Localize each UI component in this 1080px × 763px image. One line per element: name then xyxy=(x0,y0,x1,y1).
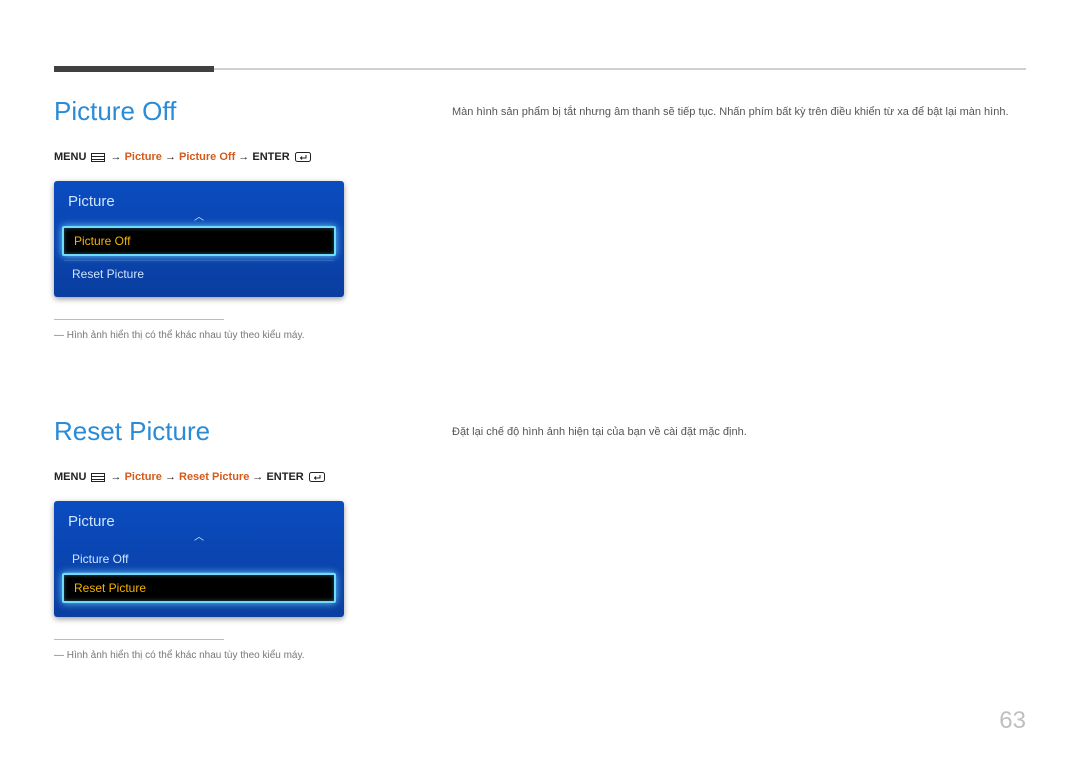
section-title: Picture Off xyxy=(54,96,344,127)
breadcrumb-step2: Reset Picture xyxy=(179,471,249,483)
breadcrumb: MENU → Picture → Picture Off → ENTER xyxy=(54,151,344,163)
footnote-divider xyxy=(54,639,224,640)
section-picture-off: Picture Off MENU → Picture → Picture Off… xyxy=(54,96,344,341)
breadcrumb-arrow: → xyxy=(165,151,176,163)
tv-menu-reset-picture: Picture ︿ Picture Off Reset Picture xyxy=(54,501,344,617)
breadcrumb-arrow: → xyxy=(165,471,176,483)
breadcrumb-arrow: → xyxy=(111,151,122,163)
breadcrumb-step2: Picture Off xyxy=(179,151,235,163)
section-reset-picture: Reset Picture MENU → Picture → Reset Pic… xyxy=(54,416,344,661)
chevron-up-icon[interactable]: ︿ xyxy=(54,214,344,222)
tv-menu-item-reset-picture[interactable]: Reset Picture xyxy=(54,261,344,287)
breadcrumb: MENU → Picture → Reset Picture → ENTER xyxy=(54,471,344,483)
breadcrumb-arrow: → xyxy=(252,471,263,483)
tv-menu-item-picture-off[interactable]: Picture Off xyxy=(62,226,336,256)
breadcrumb-menu: MENU xyxy=(54,471,86,483)
menu-icon xyxy=(91,153,105,162)
breadcrumb-menu: MENU xyxy=(54,151,86,163)
breadcrumb-step1: Picture xyxy=(125,471,162,483)
tv-menu-header: Picture xyxy=(54,187,344,214)
footnote-content: Hình ảnh hiển thị có thể khác nhau tùy t… xyxy=(67,330,305,341)
breadcrumb-enter: ENTER xyxy=(252,151,289,163)
breadcrumb-enter: ENTER xyxy=(266,471,303,483)
breadcrumb-arrow: → xyxy=(238,151,249,163)
breadcrumb-arrow: → xyxy=(111,471,122,483)
tv-menu-item-reset-picture[interactable]: Reset Picture xyxy=(62,573,336,603)
enter-icon xyxy=(309,472,325,482)
page-number: 63 xyxy=(999,707,1026,735)
body-text-picture-off: Màn hình sản phẩm bị tắt nhưng âm thanh … xyxy=(452,104,1022,121)
footnote-text: ― Hình ảnh hiển thị có thể khác nhau tùy… xyxy=(54,330,344,341)
tv-menu-picture-off: Picture ︿ Picture Off Reset Picture xyxy=(54,181,344,297)
footnote-text: ― Hình ảnh hiển thị có thể khác nhau tùy… xyxy=(54,650,344,661)
chevron-up-icon[interactable]: ︿ xyxy=(54,534,344,542)
menu-icon xyxy=(91,473,105,482)
header-accent xyxy=(54,66,214,72)
tv-menu-item-picture-off[interactable]: Picture Off xyxy=(54,546,344,572)
footnote-divider xyxy=(54,319,224,320)
footnote-content: Hình ảnh hiển thị có thể khác nhau tùy t… xyxy=(67,650,305,661)
section-title: Reset Picture xyxy=(54,416,344,447)
breadcrumb-step1: Picture xyxy=(125,151,162,163)
enter-icon xyxy=(295,152,311,162)
tv-menu-header: Picture xyxy=(54,507,344,534)
body-text-reset-picture: Đặt lại chế độ hình ảnh hiện tại của bạn… xyxy=(452,424,1022,441)
